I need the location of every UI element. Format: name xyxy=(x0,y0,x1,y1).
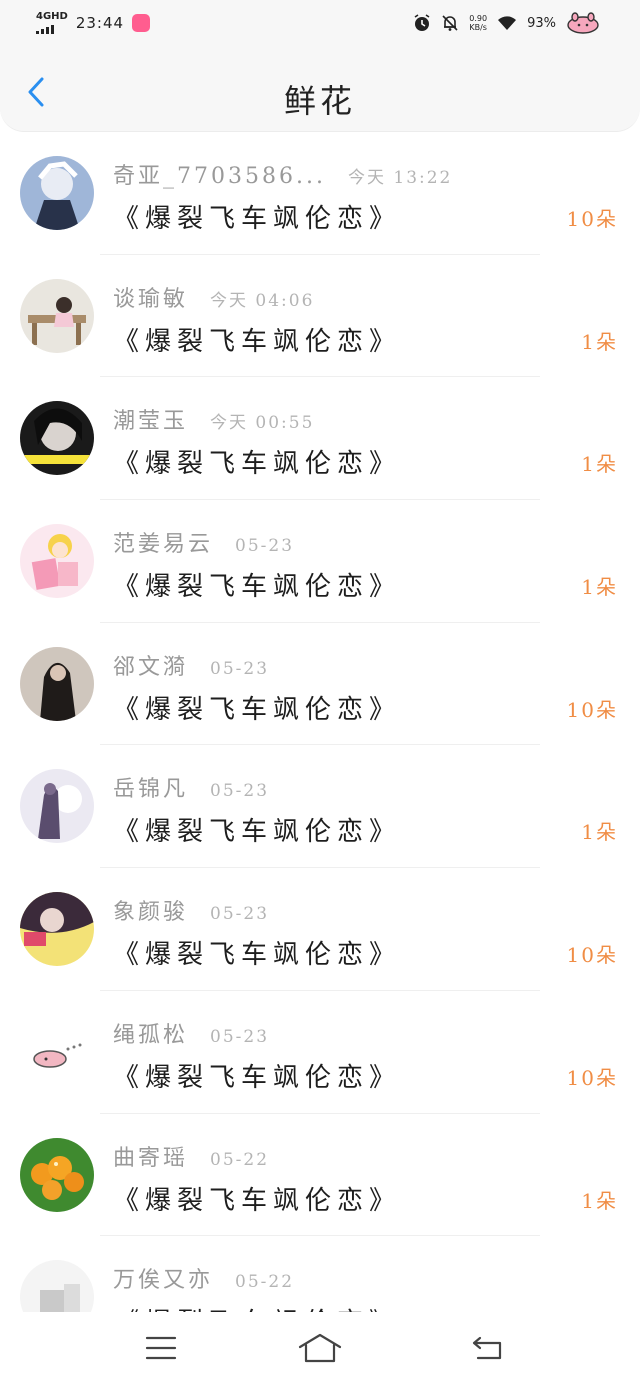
user-name[interactable]: 范姜易云 xyxy=(113,526,213,558)
flower-count: 10朵 xyxy=(566,207,618,231)
status-left: 4GHD 23:44 xyxy=(36,12,151,34)
book-title[interactable]: 《爆裂飞车飒伦恋》 xyxy=(113,1057,401,1094)
flower-count: 10朵 xyxy=(566,1065,618,1090)
return-icon xyxy=(472,1336,502,1360)
flower-count: 1朵 xyxy=(581,329,618,354)
mascot-icon xyxy=(567,12,599,34)
home-icon xyxy=(298,1333,342,1363)
user-name[interactable]: 岳锦凡 xyxy=(113,771,188,803)
item-time: 05-23 xyxy=(210,904,270,925)
flower-count: 1朵 xyxy=(581,820,618,845)
list-item[interactable]: 谈瑜敏 今天 04:06 《爆裂飞车飒伦恋》 1朵 xyxy=(0,255,640,378)
item-time: 今天 04:06 xyxy=(210,290,315,311)
book-title[interactable]: 《爆裂飞车飒伦恋》 xyxy=(113,443,401,480)
alarm-icon xyxy=(414,14,430,31)
home-button[interactable] xyxy=(298,1330,342,1366)
book-title[interactable]: 《爆裂飞车飒伦恋》 xyxy=(113,1180,401,1217)
flower-count: 10朵 xyxy=(566,943,618,968)
list-item[interactable]: 潮莹玉 今天 00:55 《爆裂飞车飒伦恋》 1朵 xyxy=(0,377,640,501)
user-name[interactable]: 潮莹玉 xyxy=(113,403,188,435)
avatar[interactable] xyxy=(20,646,94,721)
item-time: 05-23 xyxy=(235,536,295,557)
list-item[interactable]: 曲寄瑶 05-22 《爆裂飞车飒伦恋》 1朵 xyxy=(0,1114,640,1237)
item-meta: 奇亚_7703586... 今天 13:22 xyxy=(113,158,452,190)
network-speed: 0.90 KB/s xyxy=(469,14,487,32)
list-item[interactable]: 万俟又亦 05-22 《爆裂飞车飒伦恋》 1朵 xyxy=(0,1236,640,1312)
list-item[interactable]: 岳锦凡 05-23 《爆裂飞车飒伦恋》 1朵 xyxy=(0,745,640,869)
avatar[interactable] xyxy=(20,401,94,476)
network-type: 4GHD xyxy=(36,11,68,22)
system-nav-bar xyxy=(0,1312,640,1387)
signal-icon xyxy=(36,24,68,34)
network-indicator: 4GHD xyxy=(36,12,68,34)
avatar[interactable] xyxy=(20,1014,94,1089)
item-meta: 郤文漪 05-23 xyxy=(113,649,269,681)
return-button[interactable] xyxy=(466,1330,510,1366)
user-name[interactable]: 奇亚_7703586... xyxy=(113,158,326,190)
avatar[interactable] xyxy=(20,1260,94,1312)
avatar[interactable] xyxy=(20,524,94,599)
speed-value: 0.90 xyxy=(469,14,488,23)
status-bar: 4GHD 23:44 0.90 KB/s 93% xyxy=(0,0,640,50)
speed-unit: KB/s xyxy=(469,23,487,32)
flower-count: 1朵 xyxy=(581,452,618,477)
item-time: 05-22 xyxy=(210,1149,270,1170)
item-meta: 范姜易云 05-23 xyxy=(113,526,294,558)
item-time: 05-23 xyxy=(210,1026,270,1047)
list-item[interactable]: 范姜易云 05-23 《爆裂飞车飒伦恋》 1朵 xyxy=(0,500,640,623)
avatar[interactable] xyxy=(20,156,94,230)
book-title[interactable]: 《爆裂飞车飒伦恋》 xyxy=(113,566,401,603)
item-meta: 万俟又亦 05-22 xyxy=(113,1262,294,1294)
book-title[interactable]: 《爆裂飞车飒伦恋》 xyxy=(113,321,401,358)
item-meta: 曲寄瑶 05-22 xyxy=(113,1140,269,1172)
avatar[interactable] xyxy=(20,769,94,844)
status-right: 0.90 KB/s 93% xyxy=(413,12,600,34)
book-title[interactable]: 《爆裂飞车飒伦恋》 xyxy=(113,811,401,848)
item-meta: 象颜骏 05-23 xyxy=(113,894,269,926)
user-name[interactable]: 郤文漪 xyxy=(113,649,188,681)
flower-count: 1朵 xyxy=(581,1188,618,1213)
flower-count: 1朵 xyxy=(581,575,618,600)
flower-count: 10朵 xyxy=(566,697,618,722)
wifi-icon xyxy=(498,16,517,30)
user-name[interactable]: 绳孤松 xyxy=(113,1017,188,1049)
item-meta: 谈瑜敏 今天 04:06 xyxy=(113,281,314,313)
list-item[interactable]: 郤文漪 05-23 《爆裂飞车飒伦恋》 10朵 xyxy=(0,623,640,746)
item-time: 今天 00:55 xyxy=(210,413,315,434)
book-title[interactable]: 《爆裂飞车飒伦恋》 xyxy=(113,1302,401,1312)
page-header: 鲜花 xyxy=(0,50,640,132)
battery-level: 93% xyxy=(527,15,556,31)
item-meta: 绳孤松 05-23 xyxy=(113,1017,269,1049)
item-meta: 岳锦凡 05-23 xyxy=(113,771,269,803)
list-item[interactable]: 象颜骏 05-23 《爆裂飞车飒伦恋》 10朵 xyxy=(0,868,640,991)
avatar[interactable] xyxy=(20,278,94,353)
flower-list: 奇亚_7703586... 今天 13:22 《爆裂飞车飒伦恋》 10朵 谈瑜敏… xyxy=(0,132,640,1312)
list-item[interactable]: 奇亚_7703586... 今天 13:22 《爆裂飞车飒伦恋》 10朵 xyxy=(0,132,640,255)
app-notification-icon xyxy=(132,14,151,32)
user-name[interactable]: 曲寄瑶 xyxy=(113,1140,188,1172)
book-title[interactable]: 《爆裂飞车飒伦恋》 xyxy=(113,934,401,971)
item-time: 05-23 xyxy=(210,781,270,802)
menu-icon xyxy=(145,1336,177,1360)
user-name[interactable]: 谈瑜敏 xyxy=(113,281,188,313)
book-title[interactable]: 《爆裂飞车飒伦恋》 xyxy=(113,198,401,235)
menu-button[interactable] xyxy=(139,1330,183,1366)
page-title: 鲜花 xyxy=(283,82,356,120)
user-name[interactable]: 象颜骏 xyxy=(113,894,188,926)
book-title[interactable]: 《爆裂飞车飒伦恋》 xyxy=(113,689,401,726)
list-item[interactable]: 绳孤松 05-23 《爆裂飞车飒伦恋》 10朵 xyxy=(0,991,640,1114)
avatar[interactable] xyxy=(20,1137,94,1212)
item-meta: 潮莹玉 今天 00:55 xyxy=(113,403,314,435)
item-time: 05-22 xyxy=(235,1272,295,1293)
user-name[interactable]: 万俟又亦 xyxy=(113,1262,213,1294)
status-time: 23:44 xyxy=(75,14,125,32)
mute-icon xyxy=(442,15,458,31)
avatar[interactable] xyxy=(20,892,94,967)
item-time: 05-23 xyxy=(210,658,270,679)
item-time: 今天 13:22 xyxy=(347,168,453,188)
